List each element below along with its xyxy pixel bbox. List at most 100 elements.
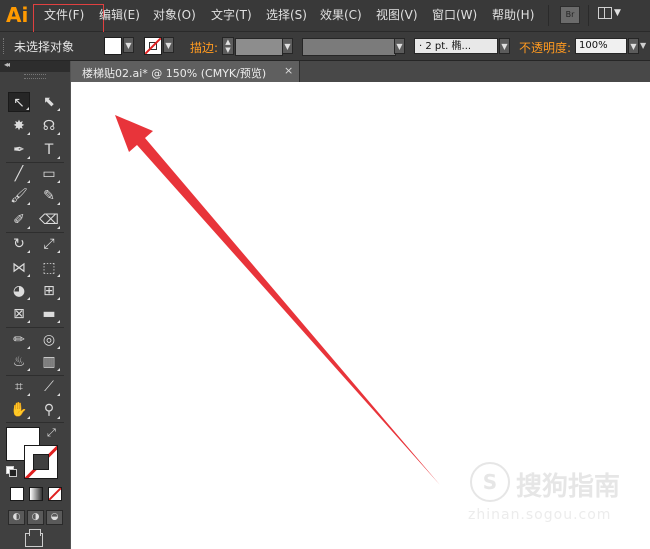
zoom-tool[interactable]: ⚲ <box>38 400 60 420</box>
slice-tool[interactable]: ⟋ <box>38 377 60 397</box>
type-tool[interactable]: T <box>38 140 60 160</box>
width-icon: ⋈ <box>12 260 26 276</box>
stroke-label[interactable]: 描边: <box>190 39 218 56</box>
line-segment-icon: ╱ <box>14 166 24 182</box>
rectangle-tool[interactable]: ▭ <box>38 164 60 184</box>
app-logo: Ai <box>6 3 29 27</box>
eyedropper-icon: ✏ <box>13 332 25 348</box>
menu-effect[interactable]: 效果(C) <box>320 7 362 24</box>
shape-builder-tool[interactable]: ◕ <box>8 281 30 301</box>
menu-separator <box>588 5 589 26</box>
artboard-icon: ⌗ <box>15 379 23 395</box>
pencil-icon: ✎ <box>43 188 55 204</box>
stroke-color-swatch[interactable] <box>144 37 162 55</box>
symbol-sprayer-icon: ♨ <box>12 354 26 370</box>
opacity-dropdown[interactable]: ▼ <box>628 38 639 54</box>
chevron-down-icon[interactable]: ▼ <box>614 8 621 18</box>
column-graph-icon: ▥ <box>42 354 56 370</box>
pen-tool[interactable]: ✒ <box>8 140 30 160</box>
symbol-sprayer-tool[interactable]: ♨ <box>8 352 30 372</box>
menu-help[interactable]: 帮助(H) <box>492 7 534 24</box>
free-transform-tool[interactable]: ⬚ <box>38 258 60 278</box>
variable-width-dropdown[interactable]: ▼ <box>394 38 405 54</box>
shape-builder-icon: ◕ <box>12 283 26 299</box>
menu-file[interactable]: 文件(F) <box>44 7 84 24</box>
brush-dropdown[interactable]: ▼ <box>499 38 510 54</box>
blend-tool[interactable]: ◎ <box>38 330 60 350</box>
direct-selection-tool[interactable]: ⬉ <box>38 92 60 112</box>
mesh-icon: ⊠ <box>13 306 25 322</box>
brush-definition[interactable]: · 2 pt. 椭... <box>414 38 498 54</box>
eraser-icon: ⌫ <box>39 212 59 228</box>
scale-tool[interactable]: ⤢ <box>38 234 60 254</box>
swap-fill-stroke-icon[interactable]: ⤢ <box>47 426 56 440</box>
perspective-grid-tool[interactable]: ⊞ <box>38 281 60 301</box>
draw-behind-icon[interactable]: ◑ <box>27 510 44 525</box>
draw-normal-icon[interactable]: ◐ <box>8 510 25 525</box>
paintbrush-tool[interactable]: 🖌 <box>8 186 30 206</box>
stroke-weight-dropdown[interactable]: ▼ <box>282 38 293 54</box>
gradient-mode-button[interactable] <box>29 487 43 501</box>
rotate-tool[interactable]: ↻ <box>8 234 30 254</box>
selection-status: 未选择对象 <box>14 40 75 54</box>
direct-selection-icon: ⬉ <box>43 94 55 110</box>
column-graph-tool[interactable]: ▥ <box>38 352 60 372</box>
gradient-tool[interactable]: ▬ <box>38 304 60 324</box>
menu-object[interactable]: 对象(O) <box>153 7 196 24</box>
menu-view[interactable]: 视图(V) <box>376 7 418 24</box>
stroke-dropdown-button[interactable]: ▼ <box>163 37 174 53</box>
lasso-icon: ☊ <box>42 118 56 134</box>
lasso-tool[interactable]: ☊ <box>38 116 60 136</box>
eyedropper-tool[interactable]: ✏ <box>8 330 30 350</box>
overflow-icon[interactable]: ▼ <box>640 41 646 50</box>
width-tool[interactable]: ⋈ <box>8 258 30 278</box>
fill-dropdown-button[interactable]: ▼ <box>123 37 134 53</box>
default-colors-icon[interactable] <box>6 466 17 477</box>
bridge-button[interactable]: Br <box>560 6 580 24</box>
magic-wand-icon: ✸ <box>13 118 25 134</box>
hand-tool[interactable]: ✋ <box>8 400 30 420</box>
stroke-weight-input[interactable] <box>235 38 283 56</box>
selection-tool[interactable]: ↖ <box>8 92 30 112</box>
tools-panel-header <box>0 61 70 72</box>
eraser-tool[interactable]: ⌫ <box>38 210 60 230</box>
panel-grip[interactable] <box>24 74 46 79</box>
collapse-icon[interactable]: ◂◂ <box>4 60 10 69</box>
paintbrush-icon: 🖌 <box>10 188 28 204</box>
line-segment-tool[interactable]: ╱ <box>8 164 30 184</box>
zoom-icon: ⚲ <box>43 402 55 418</box>
artboard-tool[interactable]: ⌗ <box>8 377 30 397</box>
rectangle-icon: ▭ <box>42 166 56 182</box>
color-mode-button[interactable] <box>10 487 24 501</box>
pencil-tool[interactable]: ✎ <box>38 186 60 206</box>
menu-separator <box>548 5 549 26</box>
opacity-label[interactable]: 不透明度: <box>519 39 571 56</box>
menu-type[interactable]: 文字(T) <box>211 7 252 24</box>
none-mode-button[interactable] <box>48 487 62 501</box>
panel-grip[interactable] <box>3 38 7 54</box>
opacity-input[interactable]: 100% <box>575 38 627 54</box>
hand-icon: ✋ <box>10 402 28 418</box>
draw-inside-icon[interactable]: ◒ <box>46 510 63 525</box>
scale-icon: ⤢ <box>43 236 55 252</box>
tool-separator <box>6 375 64 376</box>
free-transform-icon: ⬚ <box>42 260 56 276</box>
variable-width-profile[interactable] <box>302 38 396 56</box>
rotate-icon: ↻ <box>13 236 25 252</box>
menu-edit[interactable]: 编辑(E) <box>99 7 140 24</box>
stroke-weight-stepper[interactable]: ▲ ▼ <box>222 37 234 55</box>
screen-mode-icon[interactable] <box>25 529 43 547</box>
perspective-grid-icon: ⊞ <box>43 283 55 299</box>
menu-select[interactable]: 选择(S) <box>266 7 307 24</box>
blend-icon: ◎ <box>42 332 56 348</box>
fill-color-swatch[interactable] <box>104 37 122 55</box>
magic-wand-tool[interactable]: ✸ <box>8 116 30 136</box>
close-icon[interactable]: × <box>284 64 293 77</box>
workspace-switcher-icon[interactable] <box>598 7 612 19</box>
stroke-color-box[interactable] <box>24 445 58 479</box>
tool-separator <box>6 422 64 423</box>
document-tab-label[interactable]: 楼梯贴02.ai* @ 150% (CMYK/预览) <box>82 65 266 81</box>
menu-window[interactable]: 窗口(W) <box>432 7 477 24</box>
blob-brush-tool[interactable]: ✐ <box>8 210 30 230</box>
mesh-tool[interactable]: ⊠ <box>8 304 30 324</box>
